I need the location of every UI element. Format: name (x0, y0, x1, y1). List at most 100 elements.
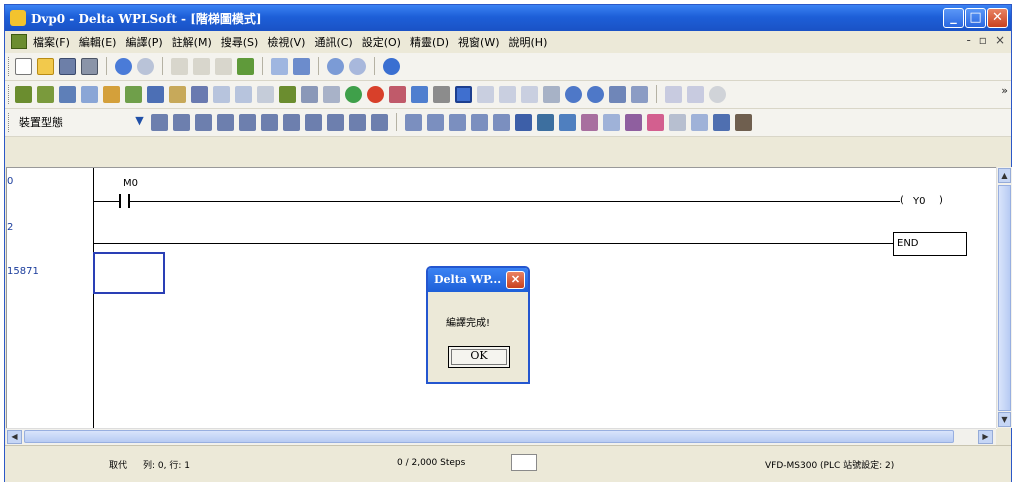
set-on-icon[interactable] (477, 85, 494, 103)
parallel-a-icon[interactable] (195, 113, 212, 131)
inverse-icon[interactable] (371, 113, 388, 131)
scroll-right-button[interactable]: ▶ (978, 430, 993, 444)
falling-edge-icon[interactable] (261, 113, 278, 131)
macro-icon[interactable] (625, 113, 642, 131)
delete-column-icon[interactable] (471, 113, 488, 131)
sfc-mode-icon[interactable] (37, 85, 54, 103)
search-instruction-icon[interactable] (587, 85, 604, 103)
device-comment-icon[interactable] (125, 85, 142, 103)
maximize-button[interactable]: □ (965, 8, 986, 28)
menu-settings[interactable]: 設定(O) (362, 34, 401, 50)
vertical-scrollbar[interactable]: ▲ ▼ (996, 167, 1012, 428)
online-icon[interactable] (115, 57, 132, 75)
close-button[interactable]: ✕ (987, 8, 1008, 28)
toolbar-grip[interactable] (8, 57, 12, 76)
toolbar-overflow-icon[interactable]: » (1001, 84, 1008, 97)
tool-icon[interactable] (665, 85, 682, 103)
horizontal-scroll-thumb[interactable] (24, 430, 954, 443)
rising-edge-icon[interactable] (239, 113, 256, 131)
monitor-ladder-icon[interactable] (279, 85, 296, 103)
copy-icon[interactable] (193, 57, 210, 75)
eraser-icon[interactable] (237, 57, 254, 75)
device-type-dropdown[interactable]: ▼ (133, 114, 146, 129)
contact-a-icon[interactable] (151, 113, 168, 131)
cursor-selection-box[interactable] (93, 252, 165, 294)
read-plc-icon[interactable] (213, 85, 230, 103)
scroll-down-button[interactable]: ▼ (998, 412, 1011, 427)
application-instruction-icon[interactable] (305, 113, 322, 131)
end-instruction[interactable]: END (893, 232, 967, 256)
toolbar-grip[interactable] (8, 85, 12, 104)
menu-view[interactable]: 檢視(V) (267, 34, 305, 50)
run-icon[interactable] (345, 85, 362, 103)
device-status-icon[interactable] (389, 85, 406, 103)
force-icon[interactable] (521, 85, 538, 103)
dialog-close-button[interactable]: ✕ (506, 271, 525, 289)
diamond-icon[interactable] (603, 113, 620, 131)
save-icon[interactable] (59, 57, 76, 75)
insert-column-icon[interactable] (449, 113, 466, 131)
stop-icon[interactable] (367, 85, 384, 103)
memory-icon[interactable] (169, 85, 186, 103)
edit-program-icon[interactable] (103, 85, 120, 103)
counter-icon[interactable] (559, 113, 576, 131)
menu-communication[interactable]: 通訊(C) (314, 34, 352, 50)
coil-device-label[interactable]: Y0 (913, 196, 925, 207)
monitor-table-icon[interactable] (301, 85, 318, 103)
table-edit-icon[interactable] (543, 85, 560, 103)
network-icon[interactable] (609, 85, 626, 103)
undo-icon[interactable] (271, 57, 288, 75)
menu-comment[interactable]: 註解(M) (172, 34, 212, 50)
grid-icon[interactable] (735, 113, 752, 131)
title-bar[interactable]: Dvp0 - Delta WPLSoft - [階梯圖模式] _ □ ✕ (5, 5, 1011, 31)
trace-icon[interactable] (433, 85, 450, 103)
menu-edit[interactable]: 編輯(E) (79, 34, 117, 50)
block-icon[interactable] (515, 113, 532, 131)
paste-icon[interactable] (215, 57, 232, 75)
menu-search[interactable]: 搜尋(S) (221, 34, 259, 50)
tool-icon[interactable] (709, 85, 726, 103)
set-off-icon[interactable] (499, 85, 516, 103)
offline-icon[interactable] (137, 57, 154, 75)
toolbar-grip[interactable] (8, 113, 12, 132)
delete-row-icon[interactable] (427, 113, 444, 131)
ladder-mode-icon[interactable] (15, 85, 32, 103)
horizontal-scrollbar[interactable]: ◀ ▶ (6, 428, 996, 445)
parallel-b-icon[interactable] (217, 113, 234, 131)
help-icon[interactable] (383, 57, 400, 75)
horizontal-line-icon[interactable] (327, 113, 344, 131)
cut-icon[interactable] (171, 57, 188, 75)
ok-button[interactable]: OK (448, 346, 510, 368)
scroll-up-button[interactable]: ▲ (998, 168, 1011, 183)
find-icon[interactable] (293, 57, 310, 75)
vertical-scroll-thumb[interactable] (998, 185, 1011, 411)
list-icon[interactable] (713, 113, 730, 131)
pen-icon[interactable] (191, 85, 208, 103)
new-file-icon[interactable] (15, 57, 32, 75)
menu-wizard[interactable]: 精靈(D) (410, 34, 449, 50)
print-icon[interactable] (81, 57, 98, 75)
dialog-title-bar[interactable]: Delta WP... ✕ (428, 268, 528, 292)
menu-file[interactable]: 檔案(F) (33, 34, 70, 50)
label-icon[interactable] (669, 113, 686, 131)
mdi-minimize-button[interactable]: - (966, 33, 970, 47)
bookmark-icon[interactable] (691, 113, 708, 131)
window-icon[interactable] (147, 85, 164, 103)
comment-icon[interactable] (647, 113, 664, 131)
stop-monitor-icon[interactable] (323, 85, 340, 103)
menu-compile[interactable]: 編譯(P) (125, 34, 162, 50)
vertical-line-icon[interactable] (349, 113, 366, 131)
contact-m0[interactable] (119, 194, 121, 208)
register-icon[interactable] (411, 85, 428, 103)
menu-help[interactable]: 說明(H) (509, 34, 548, 50)
mdi-restore-button[interactable]: ▫ (979, 33, 987, 47)
menu-window[interactable]: 視窗(W) (458, 34, 499, 50)
insert-row-icon[interactable] (405, 113, 422, 131)
timer-icon[interactable] (537, 113, 554, 131)
compile-icon[interactable] (81, 85, 98, 103)
verify-icon[interactable] (257, 85, 274, 103)
zoom-out-icon[interactable] (349, 57, 366, 75)
ladder-document-icon[interactable] (11, 34, 27, 49)
write-plc-icon[interactable] (235, 85, 252, 103)
minimize-button[interactable]: _ (943, 8, 964, 28)
